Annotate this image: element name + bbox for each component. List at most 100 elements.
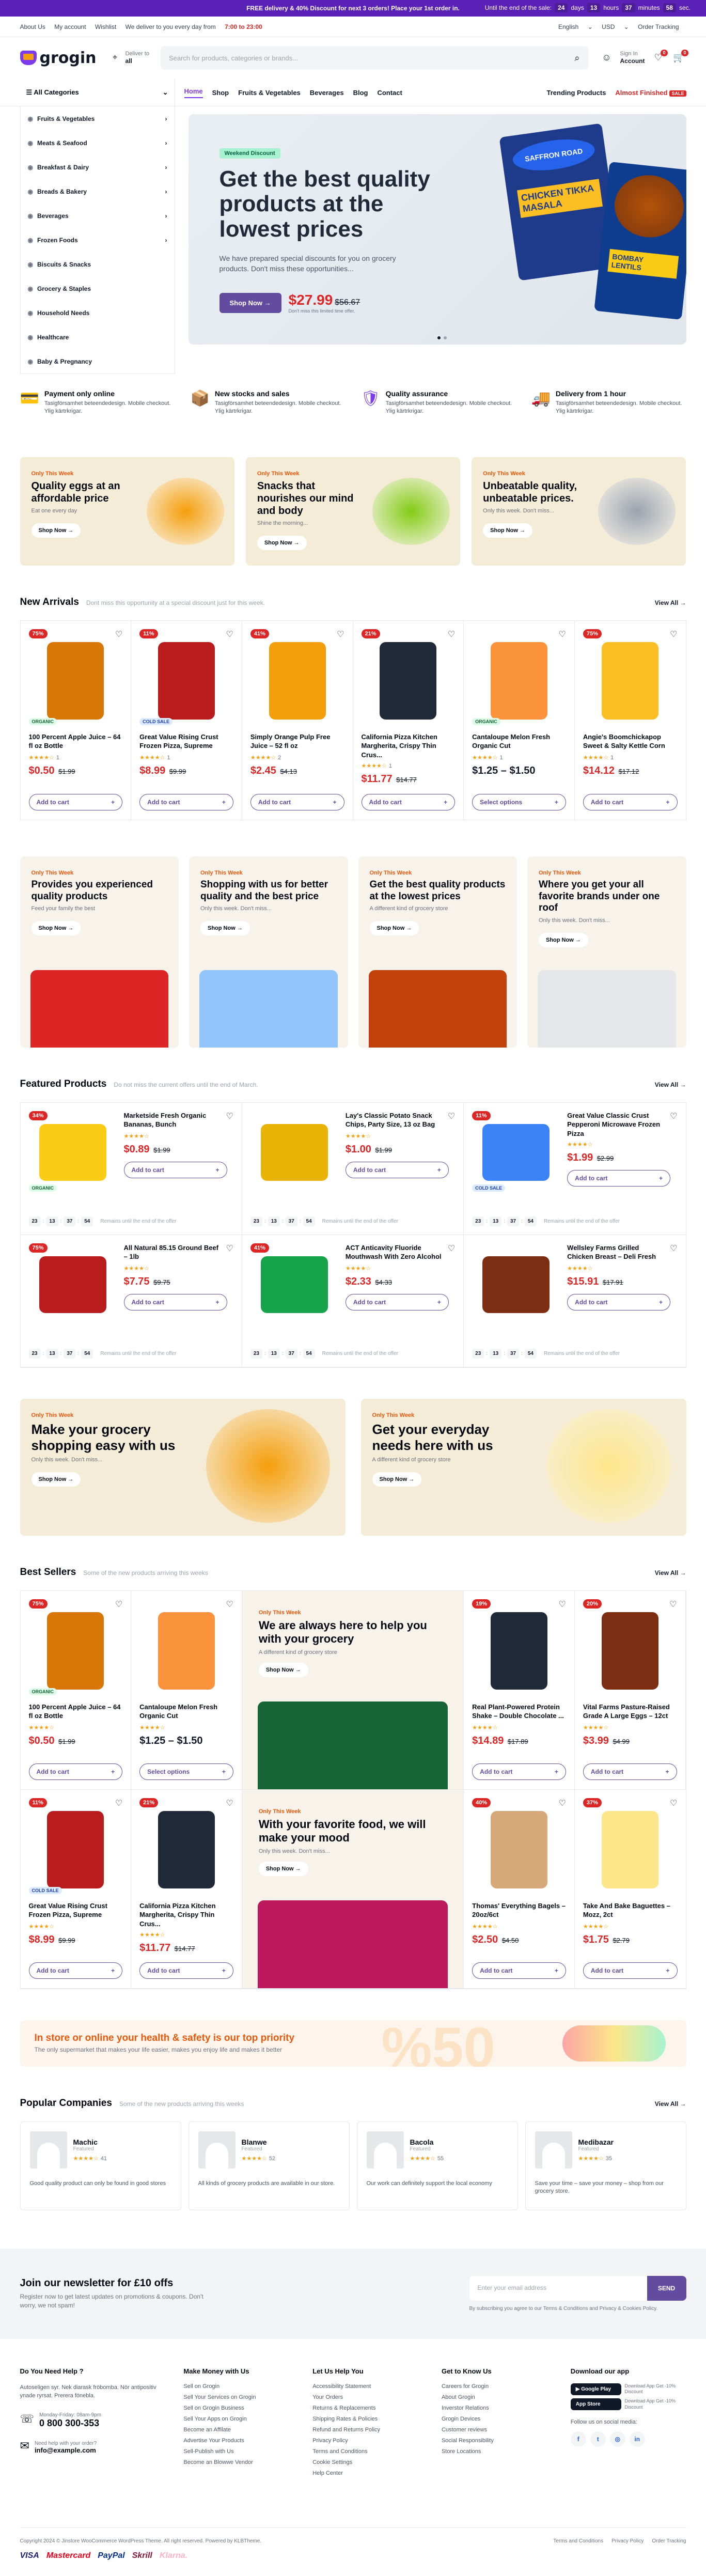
promo-shop-now-button[interactable]: Shop Now → bbox=[31, 523, 81, 538]
product-image[interactable] bbox=[139, 1604, 233, 1697]
product-name[interactable]: Thomas' Everything Bagels – 20oz/6ct bbox=[472, 1901, 566, 1920]
product-image[interactable] bbox=[29, 1243, 117, 1326]
product-card[interactable]: ♡ Cantaloupe Melon Fresh Organic Cut ★★★★☆… bbox=[131, 1590, 242, 1790]
add-to-cart-button[interactable]: Add to cart + bbox=[139, 793, 233, 810]
terms-link[interactable]: Terms and Conditions bbox=[553, 2538, 603, 2544]
footer-link[interactable]: Terms and Conditions bbox=[312, 2448, 428, 2455]
product-image[interactable]: ORGANIC bbox=[28, 634, 123, 727]
product-card[interactable]: 37% ♡ Take And Bake Baguettes – Mozz, 2ct ★… bbox=[574, 1790, 686, 1989]
add-to-cart-button[interactable]: Add to cart + bbox=[345, 1161, 449, 1178]
product-name[interactable]: California Pizza Kitchen Margherita, Cri… bbox=[139, 1901, 233, 1929]
company-card[interactable]: Blanwe Featured ★★★★☆ 52 All kinds of grocer… bbox=[188, 2121, 350, 2210]
footer-link[interactable]: Privacy Policy bbox=[312, 2438, 428, 2444]
footer-link[interactable]: Inverstor Relations bbox=[442, 2405, 557, 2411]
product-name[interactable]: California Pizza Kitchen Margherita, Cri… bbox=[362, 732, 456, 760]
product-name[interactable]: Marketside Fresh Organic Bananas, Bunch bbox=[124, 1111, 233, 1130]
category-item[interactable]: ◉ Grocery & Staples bbox=[21, 276, 175, 301]
cart-icon[interactable]: 🛒 0 bbox=[672, 50, 688, 65]
promo-banner[interactable]: Only This Week Unbeatable quality, unbeat… bbox=[472, 457, 686, 566]
product-image[interactable]: ORGANIC bbox=[28, 1604, 123, 1697]
add-to-cart-button[interactable]: Add to cart + bbox=[250, 793, 344, 810]
google-play-button[interactable]: ▶ Google Play bbox=[570, 2383, 622, 2395]
add-to-cart-button[interactable]: Add to cart + bbox=[583, 1763, 677, 1780]
category-item[interactable]: ◉ Biscuits & Snacks bbox=[21, 252, 175, 276]
promo-banner[interactable]: Only This Week Provides you experienced q… bbox=[20, 856, 179, 1048]
wishlist-heart-icon[interactable]: ♡ bbox=[670, 1243, 677, 1254]
footer-link[interactable]: Cookie Settings bbox=[312, 2459, 428, 2465]
instagram-icon[interactable]: ◎ bbox=[609, 2431, 625, 2447]
company-name[interactable]: Machic bbox=[73, 2138, 107, 2146]
product-name[interactable]: Great Value Classic Crust Pepperoni Micr… bbox=[567, 1111, 677, 1138]
deliver-to-selector[interactable]: ⌖ Deliver to all bbox=[108, 51, 149, 65]
search-input[interactable]: Search for products, categories or brand… bbox=[160, 46, 588, 70]
nav-trending[interactable]: Trending Products bbox=[547, 89, 606, 97]
category-item[interactable]: ◉ Meats & Seafood › bbox=[21, 131, 175, 155]
product-image[interactable]: ORGANIC bbox=[28, 1111, 117, 1194]
product-card[interactable]: 21% ♡ California Pizza Kitchen Margherita,… bbox=[353, 620, 464, 820]
product-name[interactable]: 100 Percent Apple Juice – 64 fl oz Bottl… bbox=[29, 1703, 123, 1721]
tracking-link[interactable]: Order Tracking bbox=[652, 2538, 686, 2544]
mail-address[interactable]: info@example.com bbox=[35, 2446, 97, 2454]
product-name[interactable]: Wellsley Farms Grilled Chicken Breast – … bbox=[567, 1243, 677, 1262]
nav-blog[interactable]: Blog bbox=[353, 89, 368, 97]
product-image[interactable] bbox=[250, 1111, 338, 1194]
account-link[interactable]: ☺ Sign In Account ♡ 0 🛒 0 bbox=[600, 50, 688, 65]
app-store-button[interactable]: App Store bbox=[570, 2398, 622, 2411]
featured-product-card[interactable]: 75% ♡ All Natural 85.15 Ground Beef – 1lb ★… bbox=[20, 1235, 242, 1367]
footer-link[interactable]: Returns & Replacements bbox=[312, 2405, 428, 2411]
hero-shop-now-button[interactable]: Shop Now → bbox=[219, 292, 281, 313]
category-item[interactable]: ◉ Breads & Bakery › bbox=[21, 179, 175, 204]
product-name[interactable]: Vital Farms Pasture-Raised Grade A Large… bbox=[583, 1703, 677, 1721]
language-select[interactable]: English ⌄ bbox=[558, 23, 593, 30]
promo-banner[interactable]: Only This Week Snacks that nourishes our … bbox=[245, 457, 461, 566]
product-image[interactable] bbox=[583, 1803, 678, 1896]
add-to-cart-button[interactable]: Add to cart + bbox=[567, 1293, 671, 1310]
product-name[interactable]: All Natural 85.15 Ground Beef – 1lb bbox=[124, 1243, 233, 1262]
category-item[interactable]: ◉ Frozen Foods › bbox=[21, 228, 175, 252]
wishlist-heart-icon[interactable]: ♡ bbox=[670, 1111, 677, 1121]
company-card[interactable]: Bacola Featured ★★★★☆ 55 Our work can defini… bbox=[356, 2121, 518, 2210]
company-name[interactable]: Bacola bbox=[410, 2138, 444, 2146]
privacy-link[interactable]: Privacy Policy bbox=[611, 2538, 644, 2544]
product-card[interactable]: 11% ♡ COLD SALE Great Value Rising Crust Fr… bbox=[20, 1789, 132, 1989]
order-tracking-link[interactable]: Order Tracking bbox=[638, 23, 679, 30]
twitter-icon[interactable]: t bbox=[590, 2431, 606, 2447]
currency-select[interactable]: USD ⌄ bbox=[602, 23, 629, 30]
product-image[interactable]: COLD SALE bbox=[139, 634, 233, 727]
product-image[interactable]: ORGANIC bbox=[472, 634, 566, 727]
all-categories-button[interactable]: ☰ All Categories ⌄ bbox=[20, 79, 175, 106]
product-name[interactable]: Angie's Boomchickapop Sweet & Salty Kett… bbox=[583, 732, 678, 751]
wishlist-heart-icon[interactable]: ♡ bbox=[448, 1111, 455, 1121]
send-button[interactable]: SEND bbox=[647, 2275, 686, 2301]
footer-link[interactable]: Advertise Your Products bbox=[183, 2438, 299, 2444]
footer-link[interactable]: Store Locations bbox=[442, 2448, 557, 2455]
promo-banner[interactable]: Only This Week Make your grocery shopping… bbox=[20, 1398, 346, 1536]
product-name[interactable]: 100 Percent Apple Juice – 64 fl oz Bottl… bbox=[29, 732, 123, 751]
best-sellers-banner[interactable]: Only This Week With your favorite food, w… bbox=[242, 1789, 464, 1989]
email-field[interactable]: Enter your email address bbox=[469, 2276, 647, 2301]
product-image[interactable]: COLD SALE bbox=[472, 1111, 560, 1194]
footer-link[interactable]: Sell on Grogin bbox=[183, 2383, 299, 2390]
add-to-cart-button[interactable]: Add to cart + bbox=[567, 1170, 671, 1187]
footer-link[interactable]: Sell on Grogin Business bbox=[183, 2405, 299, 2411]
my-account-link[interactable]: My account bbox=[54, 23, 86, 30]
footer-link[interactable]: Customer reviews bbox=[442, 2427, 557, 2433]
product-name[interactable]: Cantaloupe Melon Fresh Organic Cut bbox=[139, 1703, 233, 1721]
promo-shop-now-button[interactable]: Shop Now → bbox=[31, 1472, 81, 1487]
product-name[interactable]: Real Plant-Powered Protein Shake – Doubl… bbox=[472, 1703, 566, 1721]
hero-slider-dots[interactable] bbox=[437, 336, 447, 339]
category-item[interactable]: ◉ Breakfast & Dairy › bbox=[21, 155, 175, 179]
add-to-cart-button[interactable]: Add to cart + bbox=[583, 793, 678, 810]
add-to-cart-button[interactable]: Add to cart + bbox=[472, 1763, 566, 1780]
product-image[interactable] bbox=[583, 1604, 677, 1697]
nav-fruits-vegetables[interactable]: Fruits & Vegetables bbox=[238, 89, 301, 97]
promo-shop-now-button[interactable]: Shop Now → bbox=[369, 921, 419, 936]
wishlist-heart-icon[interactable]: ♡ bbox=[226, 1111, 233, 1121]
phone-number[interactable]: 0 800 300-353 bbox=[39, 2418, 101, 2429]
category-item[interactable]: ◉ Beverages › bbox=[21, 204, 175, 228]
product-card[interactable]: 40% ♡ Thomas' Everything Bagels – 20oz/6ct… bbox=[464, 1789, 575, 1989]
add-to-cart-button[interactable]: Add to cart + bbox=[28, 793, 123, 810]
footer-link[interactable]: Shipping Rates & Policies bbox=[312, 2416, 428, 2422]
promo-shop-now-button[interactable]: Shop Now → bbox=[483, 523, 532, 538]
category-item[interactable]: ◉ Fruits & Vegetables › bbox=[21, 106, 175, 131]
